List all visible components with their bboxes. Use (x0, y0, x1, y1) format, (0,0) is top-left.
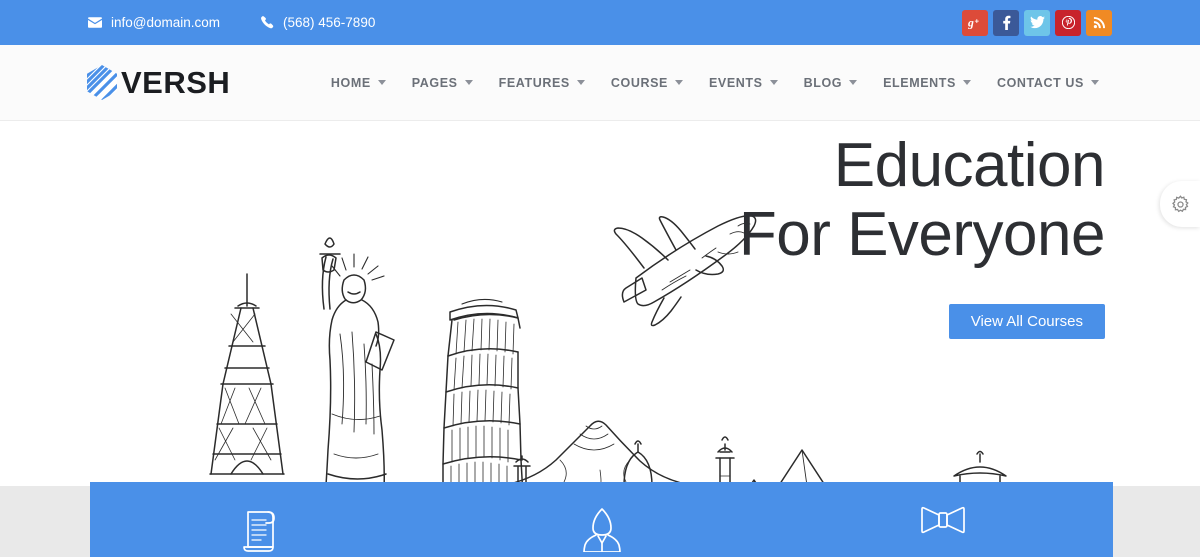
nav-label: BLOG (803, 75, 843, 90)
nav-item-elements[interactable]: ELEMENTS (870, 76, 984, 90)
main-navigation: HOME PAGES FEATURES COURSE EVENTS BLOG E… (318, 76, 1200, 90)
site-header: VERSH HOME PAGES FEATURES COURSE EVENTS (0, 45, 1200, 121)
theme-settings-toggle[interactable] (1160, 181, 1200, 227)
top-contact-bar: info@domain.com (568) 456-7890 g + (0, 0, 1200, 45)
chevron-down-icon (377, 80, 386, 85)
chevron-down-icon (464, 80, 473, 85)
chevron-down-icon (849, 80, 858, 85)
nav-label: ELEMENTS (883, 75, 956, 90)
nav-label: FEATURES (498, 75, 570, 90)
certificate-scroll-icon (242, 511, 275, 552)
email-contact[interactable]: info@domain.com (88, 15, 220, 30)
feature-item-teacher[interactable] (431, 482, 772, 557)
chevron-down-icon (1091, 80, 1099, 85)
twitter-icon[interactable] (1024, 9, 1050, 36)
feature-highlight-bar (90, 482, 1113, 557)
nav-item-pages[interactable]: PAGES (399, 76, 486, 90)
nav-item-home[interactable]: HOME (318, 76, 399, 90)
chevron-down-icon (962, 80, 971, 85)
feature-item-certificate[interactable] (90, 482, 431, 557)
open-book-bowtie-icon (920, 506, 965, 534)
nav-label: COURSE (610, 75, 668, 90)
nav-item-contact-us[interactable]: CONTACT US (984, 76, 1112, 90)
hero-copy: Education For Everyone View All Courses (738, 131, 1106, 339)
email-text: info@domain.com (111, 15, 221, 30)
nav-item-features[interactable]: FEATURES (486, 76, 598, 90)
svg-text:+: + (974, 16, 979, 25)
nav-item-blog[interactable]: BLOG (791, 76, 871, 90)
nav-label: EVENTS (708, 75, 763, 90)
envelope-icon (88, 16, 102, 30)
rss-icon[interactable] (1086, 9, 1112, 36)
phone-contact[interactable]: (568) 456-7890 (260, 15, 375, 30)
phone-text: (568) 456-7890 (283, 15, 376, 30)
logo-text: VERSH (121, 64, 231, 100)
striped-hexagon-icon (87, 64, 117, 100)
page-title: Education For Everyone (738, 131, 1106, 270)
feature-item-courses[interactable] (772, 482, 1113, 557)
hero-section: Education For Everyone View All Courses (0, 121, 1200, 486)
site-logo[interactable]: VERSH (0, 64, 231, 101)
nav-label: HOME (330, 75, 371, 90)
graduate-person-icon (582, 508, 621, 552)
nav-item-events[interactable]: EVENTS (696, 76, 791, 90)
gear-icon (1171, 194, 1189, 212)
top-contact-info: info@domain.com (568) 456-7890 (0, 15, 375, 30)
chevron-down-icon (769, 80, 778, 85)
social-links: g + (962, 9, 1200, 36)
chevron-down-icon (576, 80, 585, 85)
nav-item-course[interactable]: COURSE (598, 76, 696, 90)
nav-label: CONTACT US (996, 75, 1084, 90)
googleplus-icon[interactable]: g + (962, 9, 988, 36)
phone-icon (260, 16, 274, 30)
nav-label: PAGES (411, 75, 458, 90)
page-root: info@domain.com (568) 456-7890 g + VERSH… (0, 0, 1200, 557)
svg-text:g: g (968, 17, 974, 29)
pinterest-icon[interactable] (1055, 9, 1081, 36)
facebook-icon[interactable] (993, 9, 1019, 36)
view-all-courses-button[interactable]: View All Courses (948, 303, 1105, 339)
chevron-down-icon (674, 80, 683, 85)
